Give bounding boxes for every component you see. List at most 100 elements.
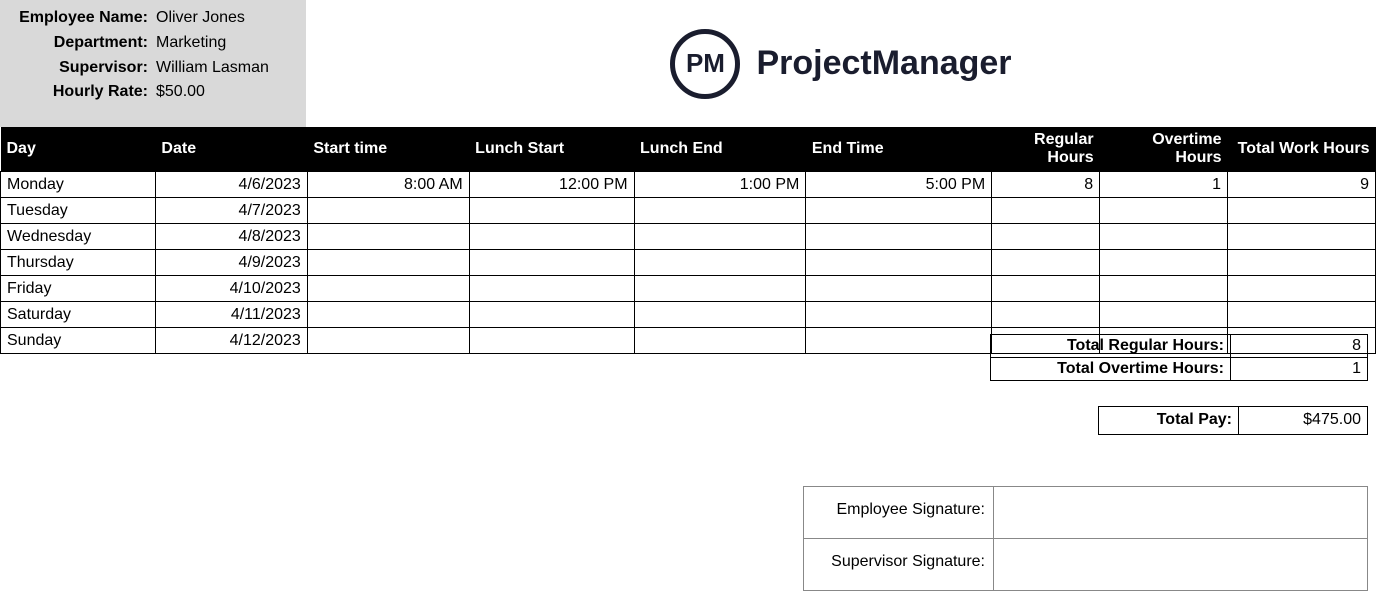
cell-lunch_start: 12:00 PM [469,172,634,198]
signature-section: Employee Signature: Supervisor Signature… [803,487,1368,591]
cell-regular [992,302,1100,328]
cell-total [1228,276,1376,302]
employee-info-panel: Employee Name: Oliver Jones Department: … [0,0,306,127]
cell-day: Thursday [1,250,156,276]
cell-end [806,276,992,302]
total-pay-section: Total Pay: $475.00 [1098,406,1368,435]
cell-lunch_start [469,302,634,328]
cell-overtime: 1 [1100,172,1228,198]
cell-date: 4/7/2023 [155,198,307,224]
cell-day: Wednesday [1,224,156,250]
table-header-row: Day Date Start time Lunch Start Lunch En… [1,127,1376,172]
table-row: Tuesday4/7/2023 [1,198,1376,224]
cell-start [307,224,469,250]
header-lunch-start: Lunch Start [469,127,634,172]
table-row: Friday4/10/2023 [1,276,1376,302]
cell-day: Tuesday [1,198,156,224]
employee-signature-field [994,487,1367,538]
cell-start [307,328,469,354]
header-lunch-end: Lunch End [634,127,806,172]
cell-lunch_end [634,302,806,328]
cell-lunch_end [634,328,806,354]
header-end: End Time [806,127,992,172]
logo-icon: PM [670,29,740,99]
supervisor-signature-label: Supervisor Signature: [804,539,994,590]
cell-overtime [1100,250,1228,276]
cell-lunch_end [634,198,806,224]
cell-start [307,276,469,302]
cell-day: Monday [1,172,156,198]
table-row: Saturday4/11/2023 [1,302,1376,328]
supervisor-value: William Lasman [154,58,269,79]
cell-date: 4/9/2023 [155,250,307,276]
table-row: Monday4/6/20238:00 AM12:00 PM1:00 PM5:00… [1,172,1376,198]
total-overtime-label: Total Overtime Hours: [991,358,1231,380]
employee-name-label: Employee Name: [4,8,154,29]
table-row: Wednesday4/8/2023 [1,224,1376,250]
cell-regular [992,250,1100,276]
cell-lunch_start [469,328,634,354]
cell-end [806,224,992,250]
employee-signature-label: Employee Signature: [804,487,994,538]
cell-date: 4/10/2023 [155,276,307,302]
cell-lunch_end [634,250,806,276]
cell-total [1228,198,1376,224]
cell-date: 4/12/2023 [155,328,307,354]
cell-end [806,198,992,224]
cell-overtime [1100,224,1228,250]
cell-regular [992,198,1100,224]
cell-end [806,302,992,328]
cell-overtime [1100,198,1228,224]
total-pay-value: $475.00 [1239,407,1367,434]
cell-lunch_start [469,224,634,250]
timesheet-table: Day Date Start time Lunch Start Lunch En… [0,127,1376,354]
cell-overtime [1100,276,1228,302]
cell-total [1228,250,1376,276]
header-date: Date [155,127,307,172]
cell-date: 4/11/2023 [155,302,307,328]
cell-overtime [1100,302,1228,328]
cell-lunch_start [469,276,634,302]
table-row: Thursday4/9/2023 [1,250,1376,276]
hourly-rate-value: $50.00 [154,82,205,103]
cell-end: 5:00 PM [806,172,992,198]
total-pay-label: Total Pay: [1099,407,1239,434]
cell-day: Saturday [1,302,156,328]
cell-regular: 8 [992,172,1100,198]
cell-regular [992,224,1100,250]
cell-regular [992,276,1100,302]
cell-date: 4/6/2023 [155,172,307,198]
logo-section: PM ProjectManager [306,0,1376,127]
department-value: Marketing [154,33,226,54]
cell-total [1228,224,1376,250]
cell-lunch_end [634,276,806,302]
cell-start [307,302,469,328]
supervisor-label: Supervisor: [4,58,154,79]
header-total: Total Work Hours [1228,127,1376,172]
cell-total [1228,302,1376,328]
total-regular-value: 8 [1231,335,1367,357]
cell-day: Friday [1,276,156,302]
department-label: Department: [4,33,154,54]
cell-total: 9 [1228,172,1376,198]
cell-end [806,250,992,276]
totals-section: Total Regular Hours: 8 Total Overtime Ho… [990,335,1368,381]
logo-text: ProjectManager [756,44,1011,83]
cell-lunch_end [634,224,806,250]
cell-start: 8:00 AM [307,172,469,198]
total-overtime-value: 1 [1231,358,1367,380]
total-regular-label: Total Regular Hours: [991,335,1231,357]
cell-lunch_end: 1:00 PM [634,172,806,198]
hourly-rate-label: Hourly Rate: [4,82,154,103]
header-overtime: Overtime Hours [1100,127,1228,172]
cell-start [307,250,469,276]
cell-end [806,328,992,354]
cell-lunch_start [469,198,634,224]
cell-day: Sunday [1,328,156,354]
cell-lunch_start [469,250,634,276]
supervisor-signature-field [994,539,1367,590]
cell-start [307,198,469,224]
employee-name-value: Oliver Jones [154,8,245,29]
header-regular: Regular Hours [992,127,1100,172]
header-start: Start time [307,127,469,172]
